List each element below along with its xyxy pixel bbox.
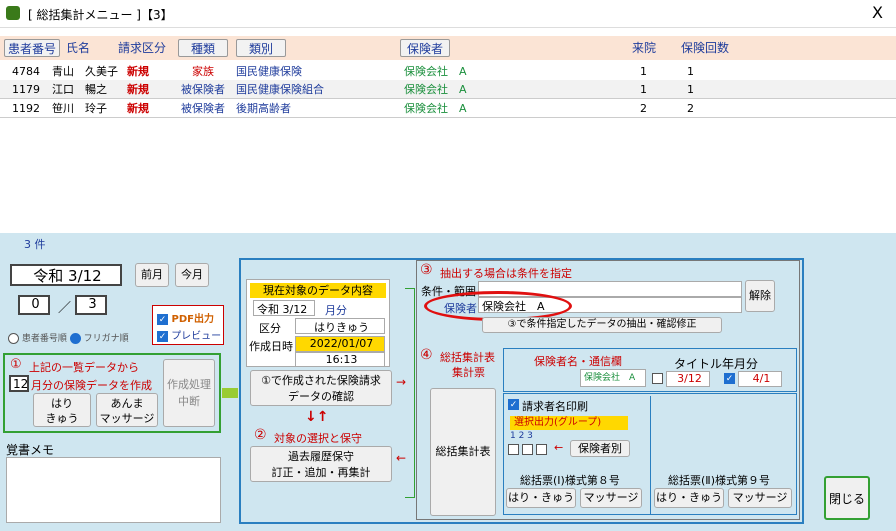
num-field-2[interactable]: 3	[75, 295, 107, 315]
col-request: 請求区分	[118, 41, 167, 55]
group-1-checkbox[interactable]	[508, 444, 519, 455]
this-month-button[interactable]: 今月	[175, 263, 209, 287]
current-data-box: 現在対象のデータ内容 令和 3/12 月分 区分 はりきゅう 作成日時 2022…	[246, 279, 390, 367]
radio-icon[interactable]	[69, 333, 81, 344]
table-row[interactable]: 4784 青山 久美子 新規 家族 国民健康保険 保険会社 A 1 1	[0, 62, 896, 81]
prev-month-button[interactable]: 前月	[135, 263, 169, 287]
insurer-title-box: 保険者名・通信欄 保険会社 A タイトル年月分 3/12 ✓ 4/1	[503, 348, 797, 392]
sort-options: 患者番号順 フリガナ順	[8, 331, 148, 347]
col-category[interactable]: 類別	[236, 39, 286, 57]
radio-icon[interactable]	[8, 333, 19, 344]
close-button[interactable]: 閉じる	[824, 476, 870, 520]
extract-button[interactable]: ③で条件指定したデータの抽出・確認修正	[482, 317, 722, 333]
f1-hari-button[interactable]: はり・きゅう	[506, 488, 576, 508]
close-icon[interactable]: X	[872, 3, 883, 22]
create-hari-button[interactable]: はり きゅう	[33, 393, 91, 427]
summary-table-button[interactable]: 総括集計表	[430, 388, 496, 516]
preview-label: プレビュー	[171, 331, 222, 342]
create-anma-button[interactable]: あんま マッサージ	[96, 393, 158, 427]
arrow-icon	[222, 388, 238, 398]
month-input[interactable]: 12	[9, 375, 29, 392]
pdf-output-label: PDF出力	[171, 314, 214, 325]
print-box: ✓ 請求者名印刷 選択出力(グループ) 1 2 3 ← 保険者別 総括票(Ⅰ)様…	[503, 393, 797, 515]
col-insurer[interactable]: 保険者	[400, 39, 450, 57]
col-patient-id[interactable]: 患者番号	[4, 39, 60, 57]
app-icon	[6, 6, 20, 20]
flow-line	[405, 288, 415, 498]
check-icon: ✓	[157, 330, 168, 342]
col-name: 氏名	[66, 41, 91, 55]
table-row[interactable]: 1192 笹川 玲子 新規 被保険者 後期高齢者 保険会社 A 2 2	[0, 99, 896, 118]
check-icon[interactable]: ✓	[508, 399, 519, 410]
group-3-checkbox[interactable]	[536, 444, 547, 455]
step1-box: ① 上記の一覧データから 12 月分の保険データを作成 はり きゅう あんま マ…	[3, 353, 221, 433]
window-title: [ 総括集計メニュー ]【3】	[28, 8, 173, 22]
num-separator: ／	[58, 301, 72, 316]
list-header: 患者番号 氏名 請求区分 種類 類別 保険者 来院 保険回数	[0, 36, 896, 60]
stop-button[interactable]: 作成処理 中断	[163, 359, 215, 427]
history-maintain-button[interactable]: 過去履歴保守 訂正・追加・再集計	[250, 446, 392, 482]
clear-button[interactable]: 解除	[745, 280, 775, 312]
target-date: 令和 3/12	[10, 264, 122, 286]
f1-massage-button[interactable]: マッサージ	[580, 488, 642, 508]
check-icon: ✓	[157, 313, 168, 325]
num-field-1[interactable]: 0	[18, 295, 50, 315]
output-options: ✓ PDF出力 ✓ プレビュー	[152, 305, 224, 345]
memo-textarea[interactable]	[6, 457, 221, 523]
left-arrow-icon: ←	[554, 441, 564, 454]
col-visit: 来院	[632, 41, 657, 55]
col-kind[interactable]: 種類	[178, 39, 228, 57]
col-times: 保険回数	[681, 41, 730, 55]
checkbox-icon[interactable]	[652, 373, 663, 384]
control-panel: 3 件 令和 3/12 前月 今月 0 ／ 3 ✓ PDF出力 ✓ プレビュー …	[0, 233, 896, 531]
record-count: 3 件	[24, 238, 46, 251]
table-row[interactable]: 1179 江口 暢之 新規 被保険者 国民健康保険組合 保険会社 A 1 1	[0, 80, 896, 99]
title-bar: [ 総括集計メニュー ]【3】 X	[0, 0, 896, 28]
check-icon[interactable]: ✓	[724, 373, 735, 384]
f2-hari-button[interactable]: はり・きゅう	[654, 488, 724, 508]
up-down-arrow-icon: ↓↑	[305, 409, 329, 425]
memo-label: 覚書メモ	[6, 443, 55, 457]
f2-massage-button[interactable]: マッサージ	[728, 488, 792, 508]
group-2-checkbox[interactable]	[522, 444, 533, 455]
confirm-data-button[interactable]: ①で作成された保険請求 データの確認	[250, 370, 392, 406]
by-insurer-button[interactable]: 保険者別	[570, 440, 630, 457]
